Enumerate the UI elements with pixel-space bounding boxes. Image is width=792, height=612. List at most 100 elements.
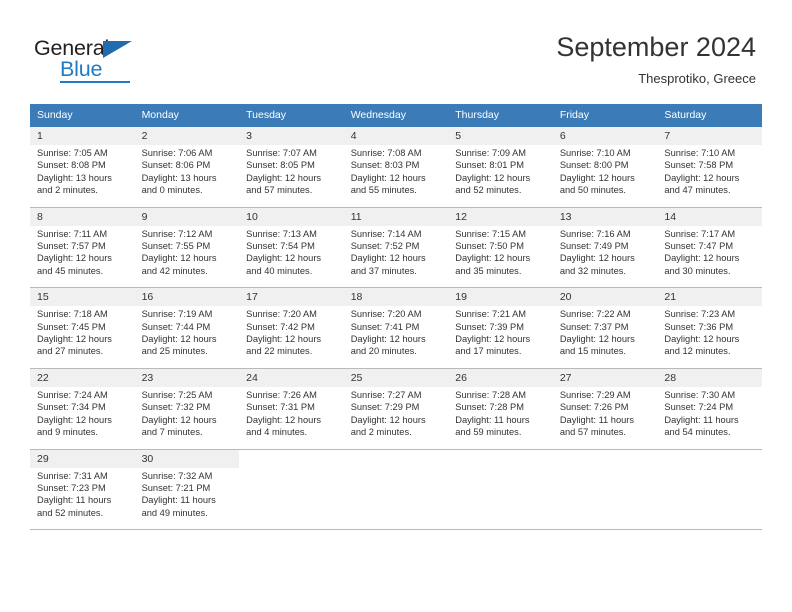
day-cell[interactable]: Sunrise: 7:17 AM Sunset: 7:47 PM Dayligh… — [657, 225, 762, 287]
daylight-text: Daylight: 12 hours — [455, 334, 531, 345]
weekday-header-wednesday: Wednesday — [343, 104, 449, 127]
daylight-text: Daylight: 11 hours — [141, 495, 216, 506]
sunrise-text: Sunrise: 7:17 AM — [664, 228, 736, 239]
daylight-text-cont: and 27 minutes. — [37, 346, 104, 357]
day-number[interactable]: 9 — [134, 207, 240, 226]
day-number[interactable]: 17 — [239, 287, 344, 307]
day-info-row: Sunrise: 7:31 AM Sunset: 7:23 PM Dayligh… — [30, 467, 762, 529]
day-number[interactable]: 15 — [30, 287, 135, 307]
day-cell[interactable]: Sunrise: 7:29 AM Sunset: 7:26 PM Dayligh… — [552, 386, 658, 448]
day-number[interactable]: 24 — [239, 368, 344, 387]
sunset-text: Sunset: 7:52 PM — [350, 241, 420, 252]
day-cell[interactable]: Sunrise: 7:10 AM Sunset: 8:00 PM Dayligh… — [552, 145, 658, 206]
day-cell[interactable]: Sunrise: 7:24 AM Sunset: 7:34 PM Dayligh… — [30, 386, 135, 448]
day-cell[interactable]: Sunrise: 7:06 AM Sunset: 8:06 PM Dayligh… — [134, 145, 240, 206]
day-cell[interactable]: Sunrise: 7:18 AM Sunset: 7:45 PM Dayligh… — [30, 306, 135, 367]
day-cell[interactable]: Sunrise: 7:05 AM Sunset: 8:08 PM Dayligh… — [30, 145, 135, 206]
day-number[interactable]: 18 — [343, 287, 449, 307]
sunrise-text: Sunrise: 7:24 AM — [37, 389, 108, 400]
weekday-header-tuesday: Tuesday — [239, 104, 344, 127]
daylight-text-cont: and 2 minutes. — [37, 185, 98, 196]
day-number[interactable]: 30 — [134, 449, 240, 468]
day-cell[interactable]: Sunrise: 7:27 AM Sunset: 7:29 PM Dayligh… — [343, 386, 449, 448]
day-cell[interactable]: Sunrise: 7:20 AM Sunset: 7:41 PM Dayligh… — [343, 306, 449, 367]
calendar-page: General Blue September 2024 Thesprotiko,… — [0, 0, 792, 612]
day-cell[interactable]: Sunrise: 7:13 AM Sunset: 7:54 PM Dayligh… — [239, 225, 344, 287]
day-number[interactable]: 4 — [343, 127, 449, 145]
sunrise-text: Sunrise: 7:22 AM — [559, 309, 631, 320]
day-number[interactable]: 3 — [239, 127, 344, 145]
day-cell[interactable]: Sunrise: 7:21 AM Sunset: 7:39 PM Dayligh… — [448, 306, 553, 367]
day-cell[interactable]: Sunrise: 7:26 AM Sunset: 7:31 PM Dayligh… — [239, 386, 344, 448]
day-number[interactable]: 29 — [30, 449, 135, 468]
sunrise-text: Sunrise: 7:18 AM — [37, 309, 108, 320]
day-number[interactable]: 7 — [657, 127, 762, 145]
day-number[interactable]: 1 — [30, 127, 135, 145]
day-cell[interactable]: Sunrise: 7:10 AM Sunset: 7:58 PM Dayligh… — [657, 145, 762, 206]
weekday-header-thursday: Thursday — [448, 104, 553, 127]
day-cell[interactable]: Sunrise: 7:11 AM Sunset: 7:57 PM Dayligh… — [30, 225, 135, 287]
sunrise-text: Sunrise: 7:32 AM — [141, 470, 213, 481]
day-number[interactable]: 6 — [552, 127, 658, 145]
day-cell[interactable]: Sunrise: 7:08 AM Sunset: 8:03 PM Dayligh… — [343, 145, 449, 206]
sunset-text: Sunset: 7:50 PM — [455, 241, 524, 252]
day-cell[interactable]: Sunrise: 7:07 AM Sunset: 8:05 PM Dayligh… — [239, 145, 344, 206]
day-cell[interactable]: Sunrise: 7:20 AM Sunset: 7:42 PM Dayligh… — [239, 306, 344, 367]
sunrise-text: Sunrise: 7:15 AM — [455, 228, 527, 239]
day-number[interactable]: 22 — [30, 368, 135, 387]
day-cell[interactable]: Sunrise: 7:15 AM Sunset: 7:50 PM Dayligh… — [448, 225, 553, 287]
day-cell[interactable]: Sunrise: 7:25 AM Sunset: 7:32 PM Dayligh… — [134, 386, 240, 448]
sunset-text: Sunset: 7:28 PM — [455, 402, 524, 413]
day-cell[interactable]: Sunrise: 7:19 AM Sunset: 7:44 PM Dayligh… — [134, 306, 240, 367]
day-number[interactable]: 10 — [239, 207, 344, 226]
day-number[interactable]: 11 — [343, 207, 449, 226]
sunset-text: Sunset: 7:23 PM — [37, 482, 106, 493]
day-cell[interactable]: Sunrise: 7:14 AM Sunset: 7:52 PM Dayligh… — [343, 225, 449, 287]
day-number[interactable]: 16 — [134, 287, 240, 307]
daylight-text: Daylight: 12 hours — [37, 414, 112, 425]
sunrise-text: Sunrise: 7:16 AM — [559, 228, 631, 239]
day-number[interactable]: 25 — [343, 368, 449, 387]
page-subtitle: Thesprotiko, Greece — [638, 71, 756, 86]
day-number[interactable]: 12 — [448, 207, 553, 226]
day-number[interactable]: 26 — [448, 368, 553, 387]
day-number[interactable]: 20 — [552, 287, 658, 307]
day-number[interactable]: 27 — [552, 368, 658, 387]
sunrise-text: Sunrise: 7:23 AM — [664, 309, 736, 320]
daylight-text-cont: and 54 minutes. — [664, 427, 731, 438]
day-cell[interactable]: Sunrise: 7:23 AM Sunset: 7:36 PM Dayligh… — [657, 306, 762, 367]
day-number[interactable]: 5 — [448, 127, 553, 145]
daylight-text-cont: and 35 minutes. — [455, 265, 522, 276]
daylight-text-cont: and 52 minutes. — [37, 507, 104, 518]
day-cell[interactable]: Sunrise: 7:31 AM Sunset: 7:23 PM Dayligh… — [30, 467, 135, 529]
day-number[interactable]: 13 — [552, 207, 658, 226]
daylight-text-cont: and 32 minutes. — [559, 265, 626, 276]
daylight-text: Daylight: 12 hours — [141, 253, 217, 264]
sunset-text: Sunset: 7:26 PM — [559, 402, 629, 413]
day-cell[interactable]: Sunrise: 7:12 AM Sunset: 7:55 PM Dayligh… — [134, 225, 240, 287]
day-number[interactable]: 14 — [657, 207, 762, 226]
day-cell[interactable]: Sunrise: 7:28 AM Sunset: 7:28 PM Dayligh… — [448, 386, 553, 448]
daylight-text-cont: and 45 minutes. — [37, 265, 104, 276]
daylight-text-cont: and 37 minutes. — [350, 265, 417, 276]
day-number[interactable]: 2 — [134, 127, 240, 145]
day-cell[interactable]: Sunrise: 7:30 AM Sunset: 7:24 PM Dayligh… — [657, 386, 762, 448]
daylight-text-cont: and 57 minutes. — [559, 427, 626, 438]
day-cell[interactable]: Sunrise: 7:22 AM Sunset: 7:37 PM Dayligh… — [552, 306, 658, 367]
day-cell[interactable]: Sunrise: 7:16 AM Sunset: 7:49 PM Dayligh… — [552, 225, 658, 287]
sunrise-text: Sunrise: 7:14 AM — [350, 228, 422, 239]
day-cell[interactable]: Sunrise: 7:32 AM Sunset: 7:21 PM Dayligh… — [134, 467, 240, 529]
daylight-text-cont: and 0 minutes. — [141, 185, 203, 196]
day-number[interactable]: 23 — [134, 368, 240, 387]
general-blue-logo[interactable]: General Blue — [34, 36, 194, 84]
day-number[interactable]: 19 — [448, 287, 553, 307]
sunrise-text: Sunrise: 7:10 AM — [559, 148, 631, 158]
day-number[interactable]: 8 — [30, 207, 135, 226]
day-cell[interactable]: Sunrise: 7:09 AM Sunset: 8:01 PM Dayligh… — [448, 145, 553, 206]
day-number[interactable]: 21 — [657, 287, 762, 307]
sunset-text: Sunset: 7:32 PM — [141, 402, 211, 413]
sunset-text: Sunset: 7:29 PM — [350, 402, 420, 413]
week-separator-line — [30, 528, 762, 530]
sunset-text: Sunset: 7:31 PM — [246, 402, 315, 413]
day-number[interactable]: 28 — [657, 368, 762, 387]
